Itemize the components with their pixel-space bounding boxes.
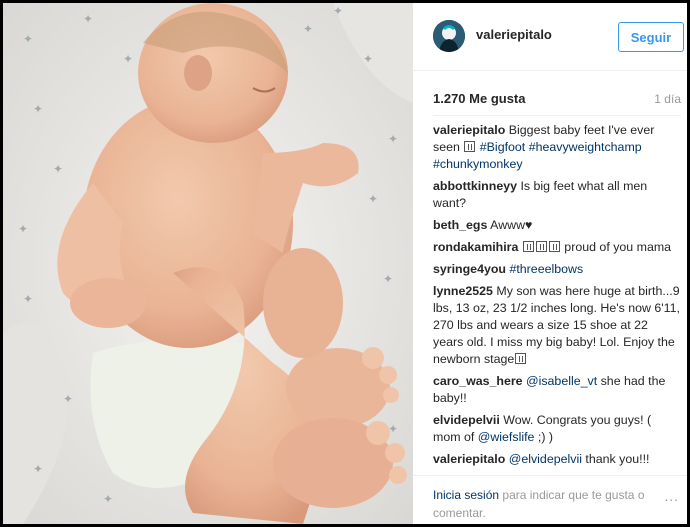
comment-item: elvidepelvii Wow. Congrats you guys! ( m… [433,412,681,446]
svg-text:✦: ✦ [368,192,378,206]
svg-text:✦: ✦ [123,52,133,66]
mention-link[interactable]: @isabelle_vt [526,374,597,388]
svg-text:✦: ✦ [363,52,373,66]
svg-text:✦: ✦ [33,102,43,116]
post-owner-username[interactable]: valeriepitalo [476,27,552,42]
svg-text:✦: ✦ [83,12,93,26]
svg-text:✦: ✦ [33,462,43,476]
avatar-image [433,20,465,52]
comment-username[interactable]: syringe4you [433,262,506,276]
login-link[interactable]: Inicia sesión [433,488,499,502]
login-prompt: Inicia sesión para indicar que te gusta … [433,486,653,522]
comment-text: Awww♥ [490,218,533,232]
svg-text:✦: ✦ [333,4,343,18]
login-footer: Inicia sesión para indicar que te gusta … [413,475,687,524]
post-modal: ✦✦✦ ✦✦✦ ✦✦✦ ✦✦✦ ✦✦✦ ✦✦✦ [0,0,690,527]
emoji-box-icon [535,241,547,252]
comment-username[interactable]: lynne2525 [433,284,493,298]
comment-item: valeriepitalo @elvidepelvii thank you!!! [433,451,681,468]
comment-text: proud of you mama [564,240,672,254]
comment-username[interactable]: beth_egs [433,218,487,232]
emoji-box-icon [464,141,476,152]
svg-text:✦: ✦ [23,32,33,46]
post-timestamp[interactable]: 1 día [654,92,681,106]
comment-item: beth_egs Awww♥ [433,217,681,234]
comment-item: lynne2525 My son was here huge at birth.… [433,283,681,368]
comment-text: thank you!!! [585,452,650,466]
follow-button[interactable]: Seguir [618,22,684,52]
post-sidebar: valeriepitalo Seguir 1.270 Me gusta 1 dí… [413,3,687,524]
svg-text:✦: ✦ [303,22,313,36]
hashtag-link[interactable]: #Bigfoot [480,140,525,154]
mention-link[interactable]: @elvidepelvii [509,452,582,466]
svg-text:✦: ✦ [388,132,398,146]
avatar[interactable] [433,20,465,52]
emoji-box-icon [522,241,534,252]
comment-item: syringe4you #threeelbows [433,261,681,278]
comment-text-after: ;) ) [537,430,554,444]
comment-username[interactable]: rondakamihira [433,240,518,254]
comment-item: caro_was_here @isabelle_vt she had the b… [433,373,681,407]
svg-text:✦: ✦ [18,222,28,236]
post-header: valeriepitalo Seguir [413,3,687,71]
comment-username[interactable]: caro_was_here [433,374,523,388]
more-options-icon[interactable]: ... [664,488,679,504]
comment-username[interactable]: elvidepelvii [433,413,500,427]
caption-username[interactable]: valeriepitalo [433,123,505,137]
comment-item: rondakamihira proud of you mama [433,239,681,256]
likes-count[interactable]: 1.270 Me gusta [433,91,526,106]
svg-text:✦: ✦ [103,492,113,506]
hashtag-link[interactable]: #threeelbows [509,262,583,276]
comment-username[interactable]: abbottkinneyy [433,179,517,193]
emoji-box-icon [548,241,560,252]
svg-text:✦: ✦ [383,272,393,286]
mention-link[interactable]: @wiefslife [478,430,535,444]
comments-list: valeriepitalo Biggest baby feet I've eve… [433,115,681,473]
svg-text:✦: ✦ [63,392,73,406]
svg-text:✦: ✦ [23,292,33,306]
emoji-box-icon [515,353,527,364]
baby-photo-illustration: ✦✦✦ ✦✦✦ ✦✦✦ ✦✦✦ ✦✦✦ ✦✦✦ [3,3,413,524]
caption: valeriepitalo Biggest baby feet I've eve… [433,122,681,173]
hashtag-link[interactable]: #chunkymonkey [433,157,523,171]
svg-text:✦: ✦ [53,162,63,176]
post-photo[interactable]: ✦✦✦ ✦✦✦ ✦✦✦ ✦✦✦ ✦✦✦ ✦✦✦ [3,3,413,524]
hashtag-link[interactable]: #heavyweightchamp [529,140,642,154]
comment-item: abbottkinneyy Is big feet what all men w… [433,178,681,212]
comment-username[interactable]: valeriepitalo [433,452,505,466]
